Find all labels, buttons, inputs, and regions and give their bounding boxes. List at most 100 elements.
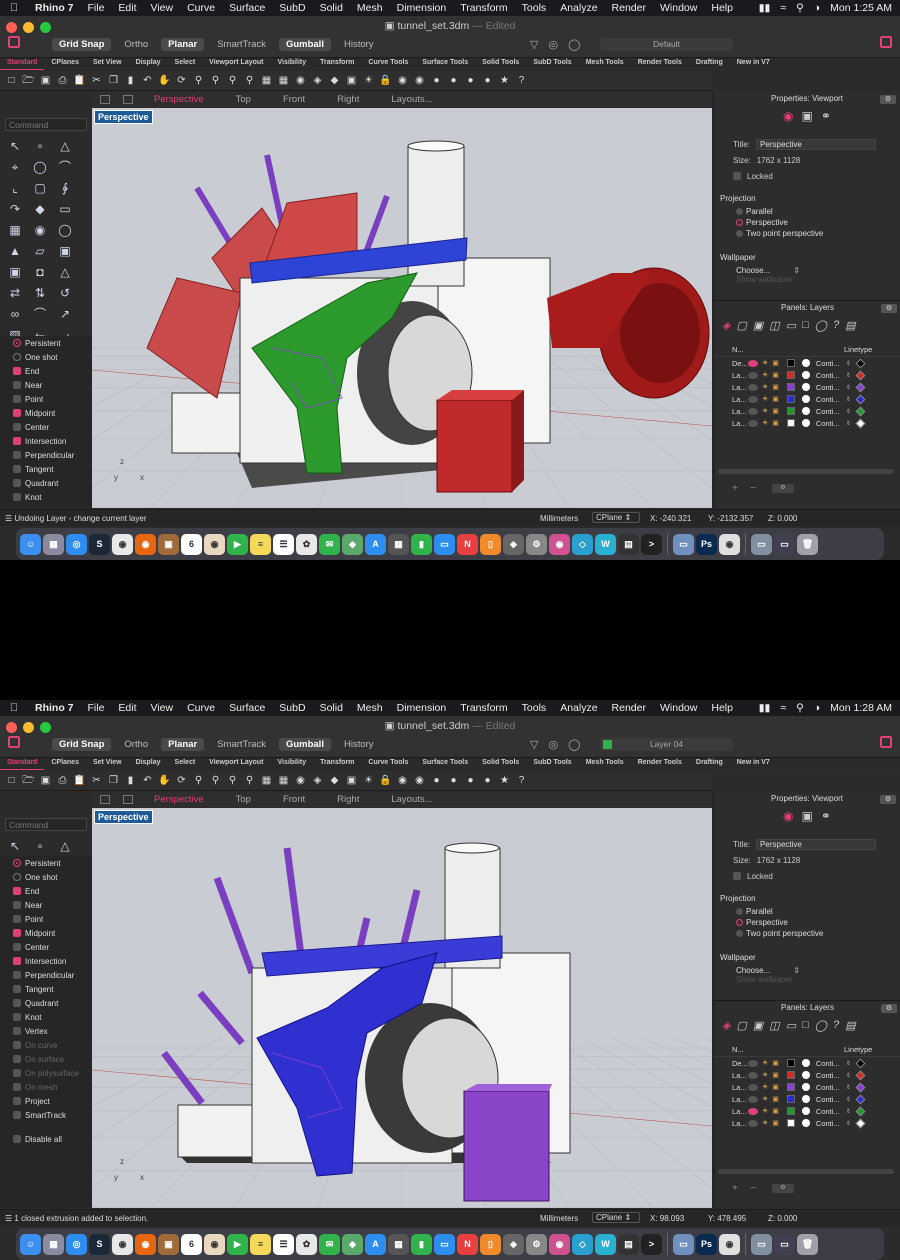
projection-radio[interactable] bbox=[736, 930, 743, 937]
osnap-point[interactable]: Point bbox=[0, 912, 92, 926]
dock-books-icon[interactable]: ▯ bbox=[480, 1233, 501, 1255]
right-sidebar-toggle-icon[interactable] bbox=[880, 736, 892, 748]
tool-9-icon[interactable]: ∳ bbox=[54, 180, 76, 197]
tab-cplanes[interactable]: CPlanes bbox=[44, 58, 86, 70]
dock-w-icon[interactable]: W bbox=[595, 533, 616, 555]
remove-layer-button[interactable]: − bbox=[750, 483, 756, 494]
clipboard-icon[interactable]: ▮ bbox=[123, 74, 138, 87]
zoom-selected-icon[interactable]: ⚲ bbox=[242, 774, 257, 787]
toggle-grid-snap[interactable]: Grid Snap bbox=[52, 38, 112, 51]
projection-two-point-perspective[interactable]: Two point perspective bbox=[714, 928, 900, 939]
tab-new-in-v7[interactable]: New in V7 bbox=[730, 758, 777, 770]
tool-select-icon[interactable]: ↖ bbox=[4, 838, 26, 852]
layer-color-swatch[interactable] bbox=[786, 1119, 795, 1127]
dock-vectorworks-icon[interactable]: ◇ bbox=[572, 533, 593, 555]
menu-solid[interactable]: Solid bbox=[313, 2, 350, 14]
osnap-project[interactable]: Project bbox=[0, 1094, 92, 1108]
tool-16-icon[interactable]: ▲ bbox=[4, 243, 26, 260]
tool-5-icon[interactable]: ◯ bbox=[29, 159, 51, 176]
osnap-checkbox[interactable] bbox=[13, 437, 21, 445]
osnap-center[interactable]: Center bbox=[0, 940, 92, 954]
dock-finder-icon[interactable]: ☺ bbox=[20, 1233, 41, 1255]
viewport-tab-front[interactable]: Front bbox=[267, 794, 321, 805]
lock-icon[interactable]: ▣ bbox=[772, 395, 779, 403]
material-icon[interactable] bbox=[801, 1107, 810, 1115]
dock-calendar-icon[interactable]: 6 bbox=[181, 1233, 202, 1255]
dock-gimp-icon[interactable]: ◉ bbox=[204, 533, 225, 555]
viewport-icon[interactable]: ▣ bbox=[802, 109, 813, 123]
dock-reminders-icon[interactable]: ☰ bbox=[273, 1233, 294, 1255]
osnap-on-surface[interactable]: On surface bbox=[0, 1052, 92, 1066]
print-color-icon[interactable] bbox=[855, 1058, 866, 1068]
locked-checkbox[interactable] bbox=[733, 172, 741, 180]
dock-messages-icon[interactable]: ✉ bbox=[319, 1233, 340, 1255]
material-icon[interactable] bbox=[801, 419, 810, 427]
osnap-vertex[interactable]: Vertex bbox=[0, 1024, 92, 1038]
tab-set-view[interactable]: Set View bbox=[86, 58, 129, 70]
osnap-smarttrack[interactable]: SmartTrack bbox=[0, 1108, 92, 1122]
dock-settings-icon[interactable]: ⚙ bbox=[526, 1233, 547, 1255]
viewport-icon[interactable]: ▣ bbox=[802, 809, 813, 823]
tab-display[interactable]: Display bbox=[129, 758, 168, 770]
dock-keynote-icon[interactable]: ▭ bbox=[434, 1233, 455, 1255]
menu-transform[interactable]: Transform bbox=[453, 2, 514, 14]
render-preview-icon[interactable]: ● bbox=[480, 774, 495, 787]
tab-cplanes[interactable]: CPlanes bbox=[44, 758, 86, 770]
environment-icon[interactable]: ◯ bbox=[815, 1019, 827, 1032]
osnap-checkbox[interactable] bbox=[13, 409, 21, 417]
tool-24-icon[interactable]: ↺ bbox=[54, 285, 76, 302]
osnap-persistent[interactable]: Persistent bbox=[0, 856, 92, 870]
print-icon[interactable]: ⎙ bbox=[55, 74, 70, 87]
wallpaper-choose[interactable]: Choose... ⇕ bbox=[714, 265, 900, 276]
tab-render-tools[interactable]: Render Tools bbox=[631, 758, 689, 770]
layer-color-swatch[interactable] bbox=[786, 395, 795, 403]
dock-facetime-icon[interactable]: ▶ bbox=[227, 1233, 248, 1255]
dock-app2-icon[interactable]: ◉ bbox=[719, 533, 740, 555]
material-icon[interactable] bbox=[801, 407, 810, 415]
osnap-one-shot[interactable]: One shot bbox=[0, 870, 92, 884]
viewport-tab-right[interactable]: Right bbox=[321, 794, 375, 805]
tool-15-icon[interactable]: ◯ bbox=[54, 222, 76, 239]
notes-icon[interactable]: ▤ bbox=[845, 1019, 855, 1032]
dock-chrome-icon[interactable]: ◉ bbox=[112, 533, 133, 555]
toggle-gumball[interactable]: Gumball bbox=[278, 38, 331, 51]
osnap-checkbox[interactable] bbox=[13, 451, 21, 459]
dock-trash-icon[interactable]: 🗑 bbox=[797, 533, 818, 555]
grid-icon[interactable]: ▦ bbox=[276, 74, 291, 87]
dock-calculator-icon[interactable]: ▦ bbox=[388, 533, 409, 555]
toggle-history[interactable]: History bbox=[337, 738, 381, 751]
copy-icon[interactable]: ❐ bbox=[106, 774, 121, 787]
osnap-checkbox[interactable] bbox=[13, 1097, 21, 1105]
print-color-icon[interactable] bbox=[855, 382, 866, 392]
sphere-icon[interactable]: ● bbox=[429, 774, 444, 787]
dock-steam-icon[interactable]: S bbox=[89, 533, 110, 555]
control-center-icon[interactable]: ◑ bbox=[814, 2, 820, 14]
layer-options-icon[interactable]: ⚙ bbox=[772, 1184, 794, 1193]
monitor-icon[interactable]: □ bbox=[802, 319, 809, 331]
dock-appstore-icon[interactable]: A bbox=[365, 1233, 386, 1255]
dock-app2-icon[interactable]: ◉ bbox=[719, 1233, 740, 1255]
units[interactable]: Millimeters bbox=[540, 514, 578, 523]
grid-layout-icon[interactable] bbox=[100, 795, 110, 804]
rotate-view-icon[interactable]: ⟳ bbox=[174, 74, 189, 87]
lock-icon[interactable]: ▣ bbox=[772, 1071, 779, 1079]
viewport-title-field[interactable]: Perspective bbox=[756, 138, 877, 150]
properties-gear-icon[interactable]: ⚙ bbox=[880, 795, 896, 804]
tool-22-icon[interactable]: ⇄ bbox=[4, 285, 26, 302]
apple-icon[interactable]:  bbox=[0, 702, 28, 714]
projection-parallel[interactable]: Parallel bbox=[714, 906, 900, 917]
dock-settings-icon[interactable]: ⚙ bbox=[526, 533, 547, 555]
dock-vectorworks-icon[interactable]: ◇ bbox=[572, 1233, 593, 1255]
current-layer-dot[interactable] bbox=[748, 371, 758, 379]
menu-view[interactable]: View bbox=[144, 702, 181, 714]
viewport-tab-top[interactable]: Top bbox=[220, 94, 267, 105]
dock-monitor-icon[interactable]: ▤ bbox=[618, 533, 639, 555]
osnap-on-mesh[interactable]: On mesh bbox=[0, 1080, 92, 1094]
tab-curve-tools[interactable]: Curve Tools bbox=[361, 58, 415, 70]
layers-gear-icon[interactable]: ⚙ bbox=[881, 1004, 897, 1013]
menubar-clock[interactable]: Mon 1:28 AM bbox=[830, 702, 892, 714]
tab-mesh-tools[interactable]: Mesh Tools bbox=[579, 758, 631, 770]
dock-photoshop-icon[interactable]: Ps bbox=[696, 1233, 717, 1255]
current-layer-selector[interactable]: Layer 04 bbox=[600, 738, 733, 751]
tab-solid-tools[interactable]: Solid Tools bbox=[475, 58, 526, 70]
